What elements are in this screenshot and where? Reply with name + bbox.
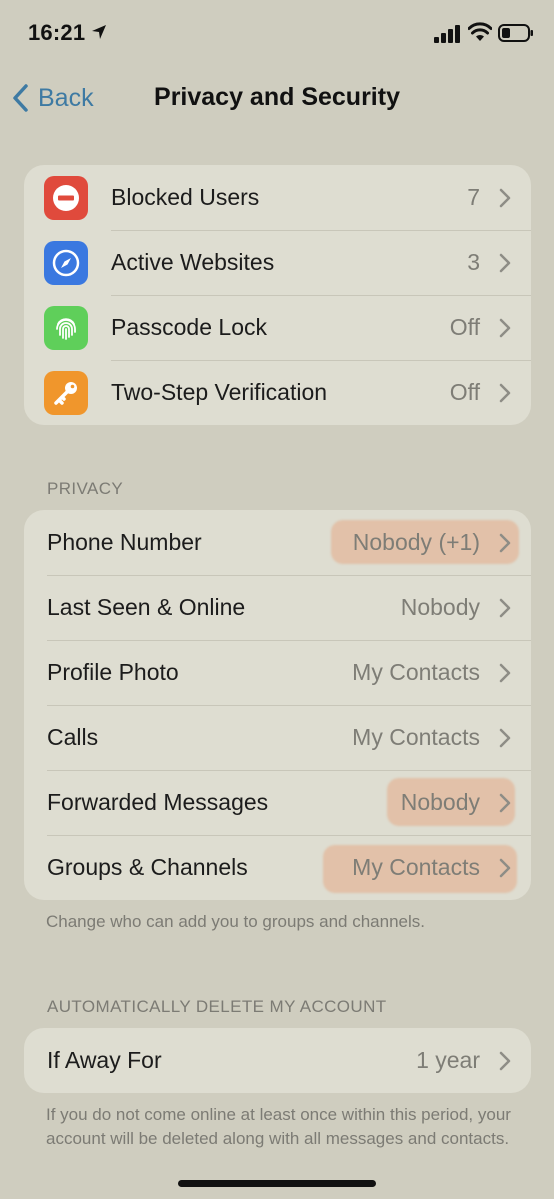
row-passcode-lock[interactable]: Passcode Lock Off — [24, 295, 531, 360]
row-groups-channels[interactable]: Groups & Channels My Contacts — [24, 835, 531, 900]
privacy-group: Phone Number Nobody (+1) Last Seen & Onl… — [24, 510, 531, 900]
compass-icon — [44, 241, 88, 285]
row-value: My Contacts — [352, 724, 480, 750]
row-value: Nobody — [400, 789, 480, 815]
delete-account-footer-note: If you do not come online at least once … — [46, 1105, 511, 1148]
chevron-right-icon — [499, 533, 511, 553]
chevron-right-icon — [499, 318, 511, 338]
row-forwarded-messages[interactable]: Forwarded Messages Nobody — [24, 770, 531, 835]
row-label: If Away For — [47, 1047, 162, 1073]
chevron-right-icon — [499, 858, 511, 878]
chevron-right-icon — [499, 1051, 511, 1071]
row-label: Passcode Lock — [111, 314, 267, 340]
chevron-right-icon — [499, 728, 511, 748]
blocked-icon — [44, 176, 88, 220]
row-value: Off — [449, 379, 480, 405]
row-value: Nobody (+1) — [352, 529, 480, 555]
battery-icon — [498, 24, 533, 42]
key-icon — [44, 371, 88, 415]
row-label: Phone Number — [47, 529, 202, 555]
chevron-right-icon — [499, 383, 511, 403]
row-blocked-users[interactable]: Blocked Users 7 — [24, 165, 531, 230]
chevron-right-icon — [499, 253, 511, 273]
row-label: Forwarded Messages — [47, 789, 269, 815]
row-value: 1 year — [416, 1047, 480, 1073]
row-label: Groups & Channels — [47, 854, 248, 880]
fingerprint-icon — [44, 306, 88, 350]
status-bar: 16:21 — [0, 0, 554, 66]
row-two-step-verification[interactable]: Two-Step Verification Off — [24, 360, 531, 425]
row-value: My Contacts — [352, 659, 480, 685]
privacy-footer-note: Change who can add you to groups and cha… — [46, 912, 425, 931]
chevron-right-icon — [499, 188, 511, 208]
page-title: Privacy and Security — [154, 83, 400, 111]
row-label: Last Seen & Online — [47, 594, 246, 620]
location-arrow-icon — [92, 25, 106, 39]
row-active-websites[interactable]: Active Websites 3 — [24, 230, 531, 295]
chevron-right-icon — [499, 793, 511, 813]
row-calls[interactable]: Calls My Contacts — [24, 705, 531, 770]
chevron-right-icon — [499, 663, 511, 683]
row-label: Calls — [47, 724, 99, 750]
status-time: 16:21 — [28, 20, 86, 45]
row-value: Off — [449, 314, 480, 340]
row-value: 7 — [467, 184, 480, 210]
security-group: Blocked Users 7 Active Websites 3 Passco… — [24, 165, 531, 425]
row-value: Nobody — [400, 594, 480, 620]
row-last-seen[interactable]: Last Seen & Online Nobody — [24, 575, 531, 640]
delete-account-group: If Away For 1 year — [24, 1028, 531, 1093]
wifi-icon — [468, 22, 492, 41]
chevron-right-icon — [499, 598, 511, 618]
row-label: Active Websites — [111, 249, 275, 275]
row-profile-photo[interactable]: Profile Photo My Contacts — [24, 640, 531, 705]
row-label: Blocked Users — [111, 184, 260, 210]
navigation-bar: Back Privacy and Security — [0, 66, 554, 130]
row-if-away-for[interactable]: If Away For 1 year — [24, 1028, 531, 1093]
home-indicator[interactable] — [178, 1180, 376, 1187]
row-phone-number[interactable]: Phone Number Nobody (+1) — [24, 510, 531, 575]
row-label: Profile Photo — [47, 659, 179, 685]
row-value: My Contacts — [352, 854, 480, 880]
privacy-section-header: PRIVACY — [47, 479, 124, 498]
row-label: Two-Step Verification — [111, 379, 328, 405]
cellular-signal-icon — [434, 25, 460, 43]
row-value: 3 — [467, 249, 480, 275]
delete-account-section-header: AUTOMATICALLY DELETE MY ACCOUNT — [47, 997, 387, 1016]
